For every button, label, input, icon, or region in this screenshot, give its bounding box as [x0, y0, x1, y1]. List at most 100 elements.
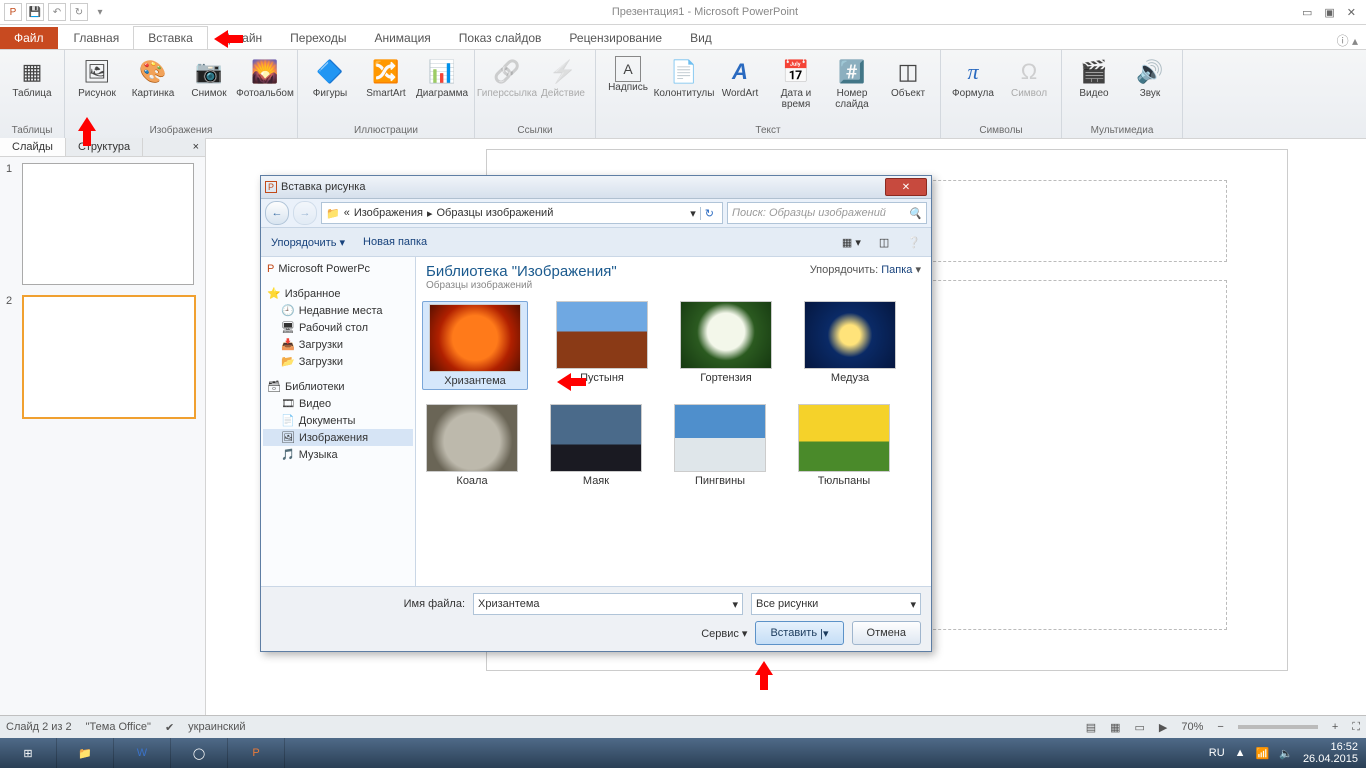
audio-button[interactable]: 🔊Звук — [1122, 52, 1178, 103]
minimize-icon[interactable]: ▭ — [1302, 6, 1312, 19]
organize-button[interactable]: Упорядочить ▾ — [271, 236, 345, 249]
qat-more-icon[interactable]: ▾ — [92, 4, 108, 20]
tab-transitions[interactable]: Переходы — [276, 27, 360, 49]
maximize-icon[interactable]: ▣ — [1324, 6, 1334, 19]
pane-tab-outline[interactable]: Структура — [66, 138, 143, 156]
close-icon[interactable]: ✕ — [1347, 6, 1356, 19]
file-jellyfish[interactable]: Медуза — [800, 301, 900, 390]
tray-date[interactable]: 26.04.2015 — [1303, 753, 1358, 765]
file-koala[interactable]: Коала — [422, 404, 522, 487]
clipart-button[interactable]: 🎨Картинка — [125, 52, 181, 103]
video-button[interactable]: 🎬Видео — [1066, 52, 1122, 103]
taskbar-powerpoint[interactable]: P — [228, 738, 285, 768]
tray-lang[interactable]: RU — [1209, 747, 1225, 759]
table-button[interactable]: ▦Таблица — [4, 52, 60, 103]
datetime-button[interactable]: 📅Дата и время — [768, 52, 824, 114]
tree-desktop[interactable]: 🖥Рабочий стол — [263, 319, 413, 336]
file-lighthouse[interactable]: Маяк — [546, 404, 646, 487]
file-hydrangeas[interactable]: Гортензия — [676, 301, 776, 390]
status-spellcheck-icon[interactable]: ✔ — [165, 721, 174, 734]
dialog-bottom: Имя файла: Хризантема▾ Все рисунки▾ Серв… — [261, 586, 931, 651]
taskbar-word[interactable]: W — [114, 738, 171, 768]
tab-insert[interactable]: Вставка — [133, 26, 208, 49]
search-input[interactable]: Поиск: Образцы изображений 🔍 — [727, 202, 927, 224]
tree-downloads-2[interactable]: 📂Загрузки — [263, 353, 413, 370]
screenshot-button[interactable]: 📷Снимок — [181, 52, 237, 103]
zoom-in-icon[interactable]: + — [1332, 721, 1338, 733]
view-sorter-icon[interactable]: ▦ — [1110, 721, 1120, 734]
taskbar-chrome[interactable]: ◯ — [171, 738, 228, 768]
zoom-fit-icon[interactable]: ⛶ — [1352, 721, 1360, 734]
cancel-button[interactable]: Отмена — [852, 621, 921, 645]
tree-favorites[interactable]: ⭐Избранное — [263, 285, 413, 302]
status-language[interactable]: украинский — [188, 721, 245, 733]
slide-thumb-2[interactable]: 2 — [6, 295, 199, 419]
refresh-icon[interactable]: ↻ — [700, 207, 718, 220]
tree-downloads-1[interactable]: 📥Загрузки — [263, 336, 413, 353]
tab-file[interactable]: Файл — [0, 27, 58, 49]
redo-icon[interactable]: ↻ — [70, 3, 88, 21]
file-penguins[interactable]: Пингвины — [670, 404, 770, 487]
tree-music[interactable]: 🎵Музыка — [263, 446, 413, 463]
file-chrysanthemum[interactable]: Хризантема — [422, 301, 528, 390]
equation-button[interactable]: πФормула — [945, 52, 1001, 103]
view-reading-icon[interactable]: ▭ — [1135, 721, 1145, 734]
newfolder-button[interactable]: Новая папка — [363, 236, 427, 248]
zoom-slider[interactable] — [1238, 725, 1318, 729]
ribbon-help-icon[interactable]: ⓘ ▴ — [1337, 32, 1366, 49]
library-sort[interactable]: Упорядочить: Папка ▾ — [810, 263, 921, 276]
undo-icon[interactable]: ↶ — [48, 3, 66, 21]
photoalbum-button[interactable]: 🌄Фотоальбом — [237, 52, 293, 103]
taskbar-explorer[interactable]: 📁 — [57, 738, 114, 768]
slide-thumb-1[interactable]: 1 — [6, 163, 199, 285]
wordart-button[interactable]: AWordArt — [712, 52, 768, 103]
tree-libraries[interactable]: 🗃Библиотеки — [263, 378, 413, 395]
tree-videos[interactable]: 🎞Видео — [263, 395, 413, 412]
tab-slideshow[interactable]: Показ слайдов — [445, 27, 556, 49]
tools-button[interactable]: Сервис ▾ — [701, 627, 747, 640]
tree-pp[interactable]: PMicrosoft PowerPc — [263, 261, 413, 277]
file-tulips[interactable]: Тюльпаны — [794, 404, 894, 487]
tab-view[interactable]: Вид — [676, 27, 726, 49]
insert-button[interactable]: Вставить |▾ — [755, 621, 843, 645]
pane-close-icon[interactable]: × — [187, 138, 205, 156]
dialog-title-bar[interactable]: P Вставка рисунка ✕ — [261, 176, 931, 199]
view-slideshow-icon[interactable]: ▶ — [1159, 721, 1167, 734]
object-button[interactable]: ◫Объект — [880, 52, 936, 103]
headerfooter-button[interactable]: 📄Колонтитулы — [656, 52, 712, 103]
picture-button[interactable]: 🖼Рисунок — [69, 52, 125, 103]
pane-tab-slides[interactable]: Слайды — [0, 138, 66, 156]
crumb-1[interactable]: Изображения — [354, 207, 423, 219]
view-menu-button[interactable]: ▦ ▾ — [842, 236, 861, 249]
slide-thumbnails: 1 2 — [0, 157, 205, 435]
view-normal-icon[interactable]: ▤ — [1086, 721, 1096, 734]
help-icon[interactable]: ❔ — [907, 236, 921, 249]
zoom-out-icon[interactable]: − — [1217, 721, 1223, 733]
smartart-button[interactable]: 🔀SmartArt — [358, 52, 414, 103]
tray-volume-icon[interactable]: 🔈 — [1279, 747, 1293, 760]
tray-flag-icon[interactable]: ▲ — [1235, 747, 1246, 759]
chart-button[interactable]: 📊Диаграмма — [414, 52, 470, 103]
tab-design[interactable]: Дизайн — [208, 27, 276, 49]
tab-review[interactable]: Рецензирование — [555, 27, 676, 49]
dialog-close-button[interactable]: ✕ — [885, 178, 927, 196]
tray-network-icon[interactable]: 📶 — [1256, 747, 1270, 760]
file-desert[interactable]: Пустыня — [552, 301, 652, 390]
start-button[interactable]: ⊞ — [0, 738, 57, 768]
tree-documents[interactable]: 📄Документы — [263, 412, 413, 429]
save-icon[interactable]: 💾 — [26, 3, 44, 21]
filetype-dropdown[interactable]: Все рисунки▾ — [751, 593, 921, 615]
breadcrumb[interactable]: 📁 « Изображения▸ Образцы изображений ▾ ↻ — [321, 202, 723, 224]
tree-recent[interactable]: 🕘Недавние места — [263, 302, 413, 319]
tree-images[interactable]: 🖼Изображения — [263, 429, 413, 446]
preview-pane-button[interactable]: ◫ — [879, 236, 889, 249]
shapes-button[interactable]: 🔷Фигуры — [302, 52, 358, 103]
tray-time[interactable]: 16:52 — [1303, 741, 1358, 753]
crumb-2[interactable]: Образцы изображений — [437, 207, 554, 219]
slidenumber-button[interactable]: #️⃣Номер слайда — [824, 52, 880, 114]
textbox-button[interactable]: AНадпись — [600, 52, 656, 97]
tab-home[interactable]: Главная — [60, 27, 134, 49]
tab-animations[interactable]: Анимация — [360, 27, 444, 49]
filename-input[interactable]: Хризантема▾ — [473, 593, 743, 615]
nav-back-button[interactable]: ← — [265, 201, 289, 225]
